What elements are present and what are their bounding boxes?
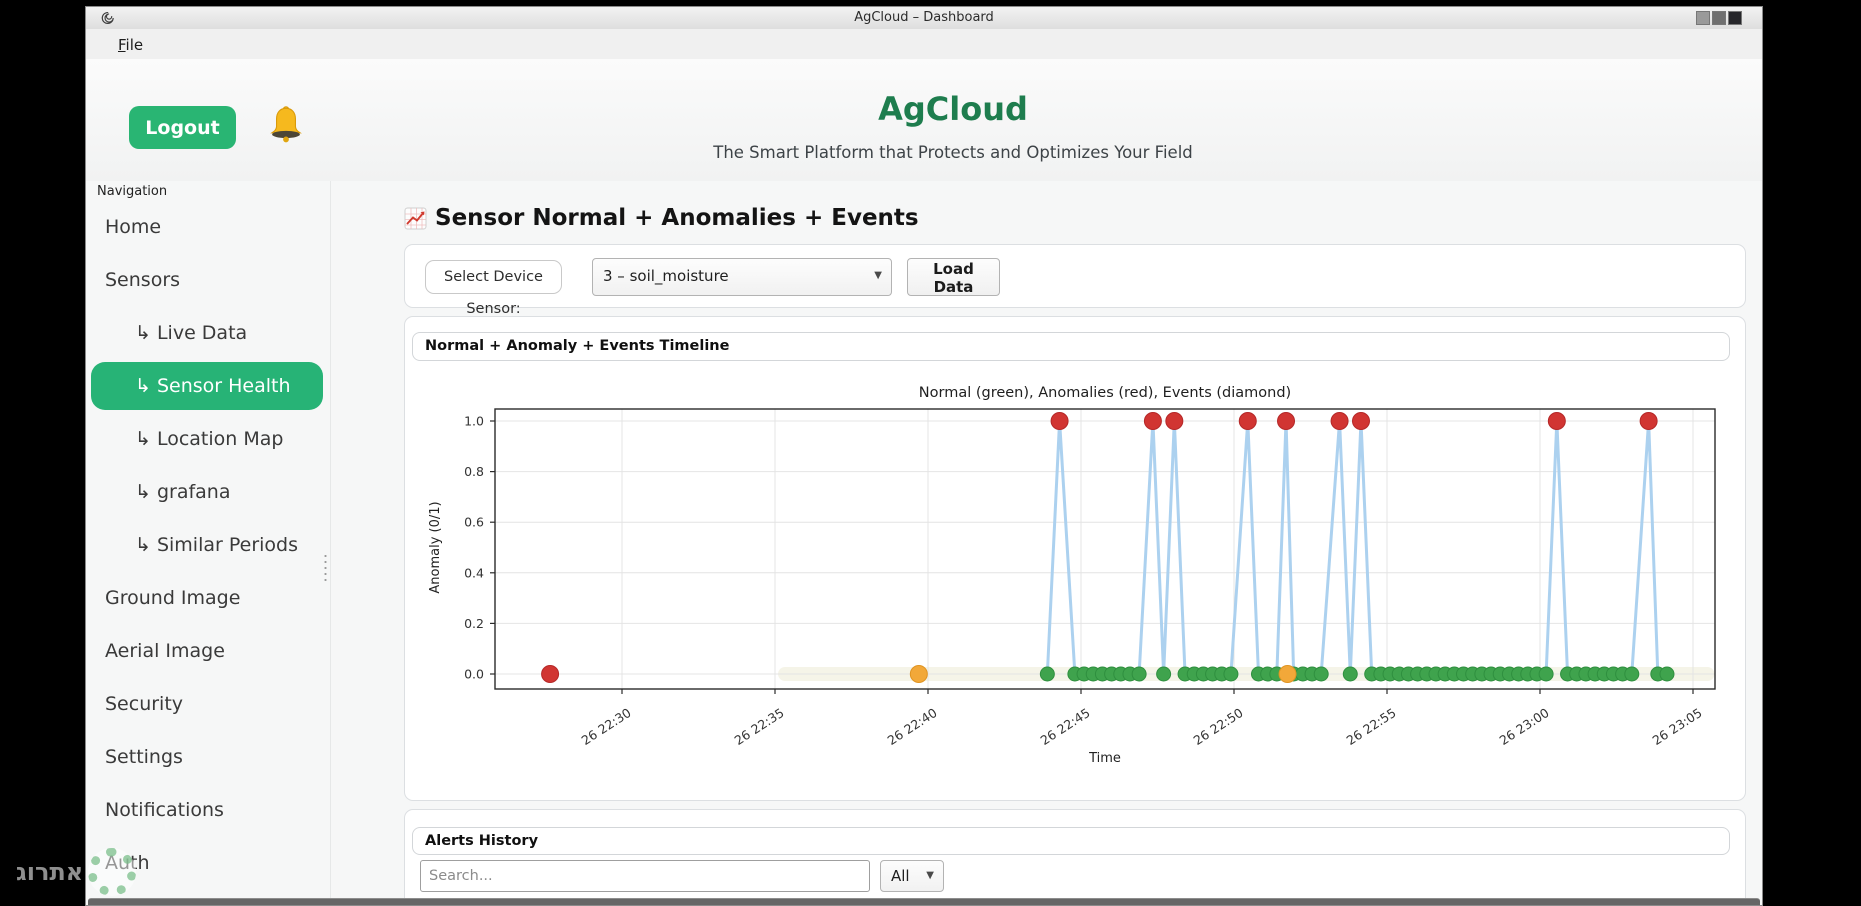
svg-text:26 22:40: 26 22:40	[885, 705, 940, 748]
sidebar-heading: Navigation	[97, 184, 167, 199]
sidebar-item-sensor-health[interactable]: ↳ Sensor Health	[91, 362, 323, 410]
sensor-select-panel: Select Device Sensor: 3 – soil_moisture …	[404, 244, 1746, 308]
timeline-panel-label: Normal + Anomaly + Events Timeline	[412, 332, 1730, 361]
device-sensor-value: 3 – soil_moisture	[603, 267, 729, 285]
svg-text:26 22:30: 26 22:30	[579, 705, 634, 748]
svg-text:26 23:00: 26 23:00	[1497, 705, 1552, 748]
svg-text:Time: Time	[1088, 751, 1121, 766]
screen: AgCloud – Dashboard File Logout AgCloud …	[0, 0, 1861, 906]
sidebar-item-notifications[interactable]: Notifications	[91, 784, 323, 837]
svg-text:26 22:55: 26 22:55	[1344, 705, 1399, 748]
page-title-row: Sensor Normal + Anomalies + Events	[404, 205, 1748, 235]
alerts-history-label: Alerts History	[412, 827, 1730, 855]
sidebar-item-location-map[interactable]: ↳ Location Map	[91, 413, 323, 466]
svg-text:26 22:35: 26 22:35	[732, 705, 787, 748]
horizontal-scrollbar[interactable]	[88, 898, 1760, 906]
app-title: AgCloud	[86, 90, 1762, 128]
sidebar-item-security[interactable]: Security	[91, 678, 323, 731]
svg-text:0.0: 0.0	[464, 667, 484, 682]
svg-text:26 23:05: 26 23:05	[1650, 705, 1705, 748]
header: Logout AgCloud The Smart Platform that P…	[86, 59, 1762, 181]
timeline-panel: Normal (green), Anomalies (red), Events …	[404, 316, 1746, 801]
sidebar-item-home[interactable]: Home	[91, 201, 323, 254]
watermark-ring-logo	[88, 848, 136, 896]
svg-text:0.4: 0.4	[464, 565, 484, 580]
load-data-button[interactable]: Load Data	[907, 258, 1000, 296]
svg-text:Normal (green), Anomalies (red: Normal (green), Anomalies (red), Events …	[919, 385, 1291, 401]
svg-text:26 22:45: 26 22:45	[1038, 705, 1093, 748]
select-device-sensor-label: Select Device Sensor:	[425, 260, 562, 294]
sidebar-item-ground-image[interactable]: Ground Image	[91, 572, 323, 625]
sidebar-item-similar-periods[interactable]: ↳ Similar Periods	[91, 519, 323, 572]
svg-text:0.6: 0.6	[464, 515, 484, 530]
svg-text:Anomaly (0/1): Anomaly (0/1)	[428, 501, 443, 593]
app-window: AgCloud – Dashboard File Logout AgCloud …	[85, 6, 1763, 906]
alerts-filter-value: All	[891, 867, 910, 885]
splitter-handle[interactable]	[323, 553, 328, 583]
svg-text:26 22:50: 26 22:50	[1191, 705, 1246, 748]
svg-text:0.8: 0.8	[464, 464, 484, 479]
page-title: Sensor Normal + Anomalies + Events	[435, 205, 919, 231]
window-title: AgCloud – Dashboard	[86, 10, 1762, 25]
maximize-button[interactable]	[1712, 11, 1726, 25]
chart-increasing-icon	[404, 207, 427, 230]
sidebar-divider	[330, 181, 331, 906]
alerts-history-panel: Alerts History All ▼	[404, 809, 1746, 906]
chevron-down-icon: ▼	[926, 870, 934, 881]
menu-file[interactable]: File	[112, 34, 149, 56]
app-subtitle: The Smart Platform that Protects and Opt…	[86, 143, 1762, 162]
sidebar-item-live-data[interactable]: ↳ Live Data	[91, 307, 323, 360]
watermark-text: אתרוג	[16, 858, 83, 886]
timeline-chart: Normal (green), Anomalies (red), Events …	[405, 317, 1747, 802]
svg-text:0.2: 0.2	[464, 616, 484, 631]
chevron-down-icon: ▼	[874, 270, 882, 281]
sidebar-item-sensors[interactable]: Sensors	[91, 254, 323, 307]
watermark: אתרוג	[10, 846, 140, 898]
sidebar-item-aerial-image[interactable]: Aerial Image	[91, 625, 323, 678]
menubar: File	[86, 29, 1762, 60]
svg-text:1.0: 1.0	[464, 414, 484, 429]
minimize-button[interactable]	[1696, 11, 1710, 25]
alerts-search-input[interactable]	[420, 860, 870, 892]
alerts-filter-dropdown[interactable]: All ▼	[880, 860, 944, 892]
close-button[interactable]	[1728, 11, 1742, 25]
sidebar-item-settings[interactable]: Settings	[91, 731, 323, 784]
device-sensor-dropdown[interactable]: 3 – soil_moisture ▼	[592, 258, 892, 296]
sidebar: HomeSensors↳ Live Data↳ Sensor Health↳ L…	[91, 201, 323, 890]
sidebar-item-grafana[interactable]: ↳ grafana	[91, 466, 323, 519]
titlebar[interactable]: AgCloud – Dashboard	[86, 7, 1762, 30]
